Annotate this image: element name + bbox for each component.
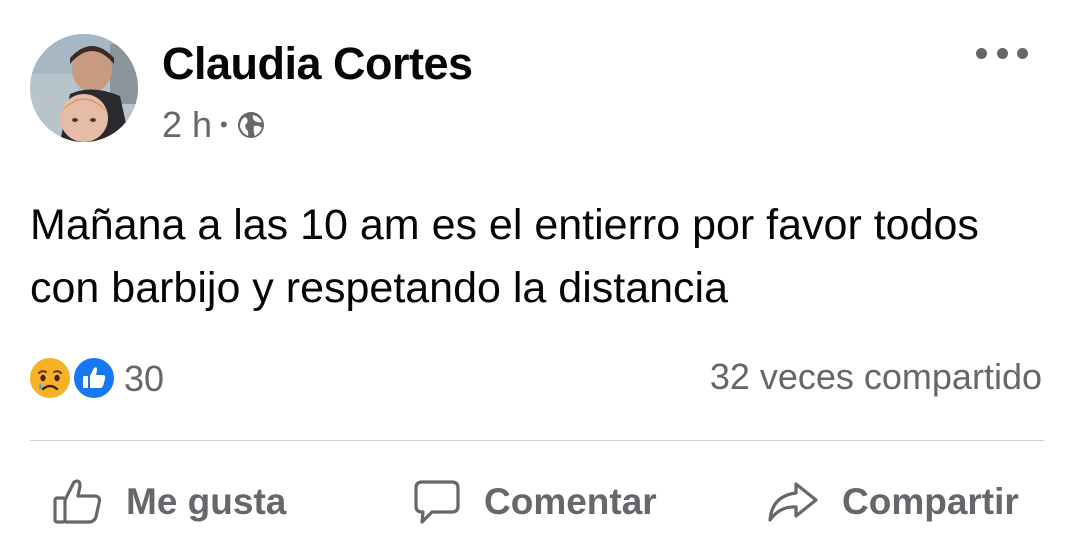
comment-button[interactable]: Comentar [408,462,657,542]
post-time[interactable]: 2 h [162,104,212,146]
reaction-count: 30 [124,358,165,399]
comment-icon [408,474,464,530]
like-button-label: Me gusta [126,481,287,522]
reactions-summary[interactable]: 30 [28,354,164,404]
share-button-label: Compartir [842,481,1019,522]
like-button[interactable]: Me gusta [50,462,286,542]
like-reaction-icon [72,356,116,405]
share-arrow-icon [764,474,822,530]
post-author-name[interactable]: Claudia Cortes [162,38,473,90]
comment-button-label: Comentar [484,481,657,522]
more-dot-icon [1017,47,1028,59]
post-meta: 2 h • [162,102,266,148]
more-dot-icon [976,47,987,59]
reaction-icons [28,354,120,404]
more-dot-icon [996,47,1008,59]
share-button[interactable]: Compartir [764,462,1019,542]
avatar-photo [30,34,138,142]
divider [30,440,1044,441]
action-bar: Me gusta Comentar Compartir [0,462,1076,542]
thumbs-up-icon [50,474,106,530]
more-options-button[interactable] [976,36,1028,70]
meta-separator: • [220,112,228,137]
shares-count[interactable]: 32 veces compartido [710,356,1042,398]
post-text: Mañana a las 10 am es el entierro por fa… [30,201,979,312]
sad-reaction-icon [28,356,72,405]
globe-icon [236,110,266,140]
avatar[interactable] [30,34,138,142]
